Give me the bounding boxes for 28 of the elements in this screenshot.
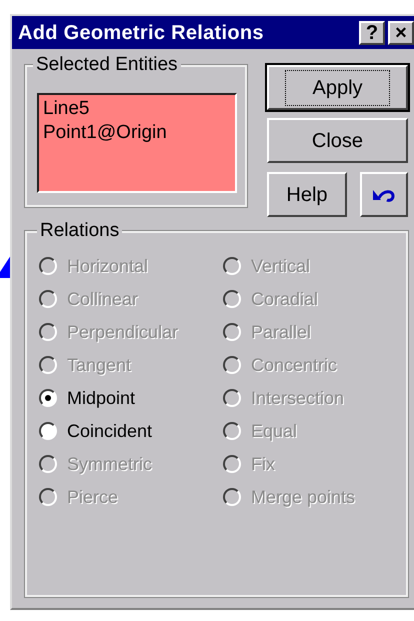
- entity-item[interactable]: Line5: [43, 97, 231, 121]
- undo-button[interactable]: [360, 172, 408, 217]
- radio-label: Intersection: [251, 386, 344, 410]
- radio-label: Collinear: [67, 288, 138, 310]
- radio-label: Fix: [251, 452, 275, 476]
- radio-button[interactable]: [39, 422, 57, 440]
- radio-label: Tangent: [67, 354, 132, 377]
- dialog-button[interactable]: Close: [267, 118, 408, 163]
- radio-label: Symmetric: [67, 452, 152, 476]
- help-title-button[interactable]: ?: [359, 20, 385, 44]
- dialog-button[interactable]: Help: [267, 172, 347, 217]
- radio-label: Perpendicular: [67, 320, 178, 344]
- window-title: Add Geometric Relations: [18, 20, 265, 46]
- radio-label: Midpoint: [67, 386, 136, 410]
- radio-label: Concentric: [251, 354, 338, 376]
- dialog-button[interactable]: Apply: [267, 65, 408, 110]
- radio-button[interactable]: [39, 389, 57, 407]
- close-title-button[interactable]: ×: [388, 20, 414, 44]
- radio-label: Coincident: [67, 420, 152, 442]
- radio-label: Horizontal: [67, 254, 148, 278]
- radio-label: Parallel: [251, 320, 312, 344]
- radio-label: Coradial: [251, 288, 318, 310]
- radio-label: Vertical: [251, 254, 310, 278]
- radio-label: Pierce: [67, 486, 118, 508]
- radio-label: Equal: [251, 420, 298, 443]
- entities-list[interactable]: Line5 Point1@Origin: [37, 93, 237, 193]
- entity-item[interactable]: Point1@Origin: [43, 121, 231, 145]
- radio-label: Merge points: [251, 486, 356, 509]
